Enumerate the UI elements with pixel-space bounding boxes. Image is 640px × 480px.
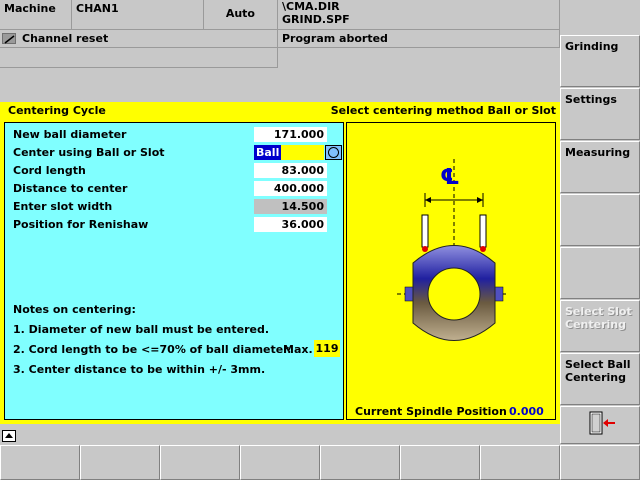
mode-label: Auto [204, 0, 278, 30]
parameter-form: New ball diameter 171.000 Center using B… [4, 122, 344, 420]
ball-diameter-input[interactable]: 171.000 [254, 127, 327, 142]
field-label-ball-diameter: New ball diameter [13, 128, 127, 141]
alarm-line [0, 48, 278, 68]
toggle-button[interactable] [325, 145, 342, 160]
program-file: GRIND.SPF [282, 13, 350, 26]
area-label: Machine [0, 0, 72, 30]
exit-door-icon [589, 411, 615, 435]
hsoftkey-5[interactable] [320, 445, 400, 480]
max-label: Max. [283, 343, 313, 356]
hsoftkey-8[interactable] [560, 445, 640, 480]
cord-length-input[interactable]: 83.000 [254, 163, 327, 178]
softkey-measuring[interactable]: Measuring [560, 141, 640, 193]
field-label-distance-center: Distance to center [13, 182, 128, 195]
hsoftkey-4[interactable] [240, 445, 320, 480]
channel-status: Channel reset [0, 30, 278, 48]
centering-cycle-dialog: Centering Cycle Select centering method … [0, 102, 560, 424]
slot-width-input[interactable]: 14.500 [254, 199, 327, 214]
softkey-select-ball-centering[interactable]: Select Ball Centering [560, 353, 640, 405]
softkey-empty-4[interactable] [560, 194, 640, 246]
renishaw-position-input[interactable]: 36.000 [254, 217, 327, 232]
toggle-circle-icon [328, 147, 339, 158]
channel-status-text: Channel reset [22, 32, 109, 45]
spindle-position-value: 0.000 [509, 405, 544, 418]
channel-reset-icon [2, 33, 16, 44]
chevron-up-icon [5, 433, 13, 438]
softkey-empty-5[interactable] [560, 247, 640, 299]
notes-title: Notes on centering: [13, 303, 136, 316]
max-value: 119 [314, 340, 340, 357]
centerline-icon: ℄ [440, 165, 460, 190]
distance-center-input[interactable]: 400.000 [254, 181, 327, 196]
note-1: 1. Diameter of new ball must be entered. [13, 323, 270, 336]
hsoftkey-3[interactable] [160, 445, 240, 480]
dialog-hint: Select centering method Ball or Slot [330, 104, 556, 117]
channel-label: CHAN1 [72, 0, 204, 30]
field-label-center-method: Center using Ball or Slot [13, 146, 165, 159]
field-label-slot-width: Enter slot width [13, 200, 113, 213]
hsoftkey-1[interactable] [0, 445, 80, 480]
program-path: \CMA.DIR [282, 0, 340, 13]
center-method-value: Ball [254, 145, 282, 160]
program-status: Program aborted [278, 30, 560, 48]
softkey-select-slot-centering[interactable]: Select Slot Centering [560, 300, 640, 352]
centering-graphic: ℄ Current Spindle Position 0.000 [346, 122, 556, 420]
softkey-grinding[interactable]: Grinding [560, 35, 640, 87]
center-method-select[interactable]: Ball [254, 145, 324, 160]
program-info: \CMA.DIR GRIND.SPF [278, 0, 560, 30]
field-label-cord-length: Cord length [13, 164, 86, 177]
field-label-renishaw: Position for Renishaw [13, 218, 149, 231]
hsoftkey-2[interactable] [80, 445, 160, 480]
softkey-settings[interactable]: Settings [560, 88, 640, 140]
hsoftkey-7[interactable] [480, 445, 560, 480]
dialog-title: Centering Cycle [8, 104, 106, 117]
hsoftkey-6[interactable] [400, 445, 480, 480]
recall-button[interactable] [2, 430, 16, 442]
note-2: 2. Cord length to be <=70% of ball diame… [13, 343, 292, 356]
spindle-position-label: Current Spindle Position [355, 405, 507, 418]
note-3: 3. Center distance to be within +/- 3mm. [13, 363, 266, 376]
softkey-exit[interactable] [560, 406, 640, 444]
